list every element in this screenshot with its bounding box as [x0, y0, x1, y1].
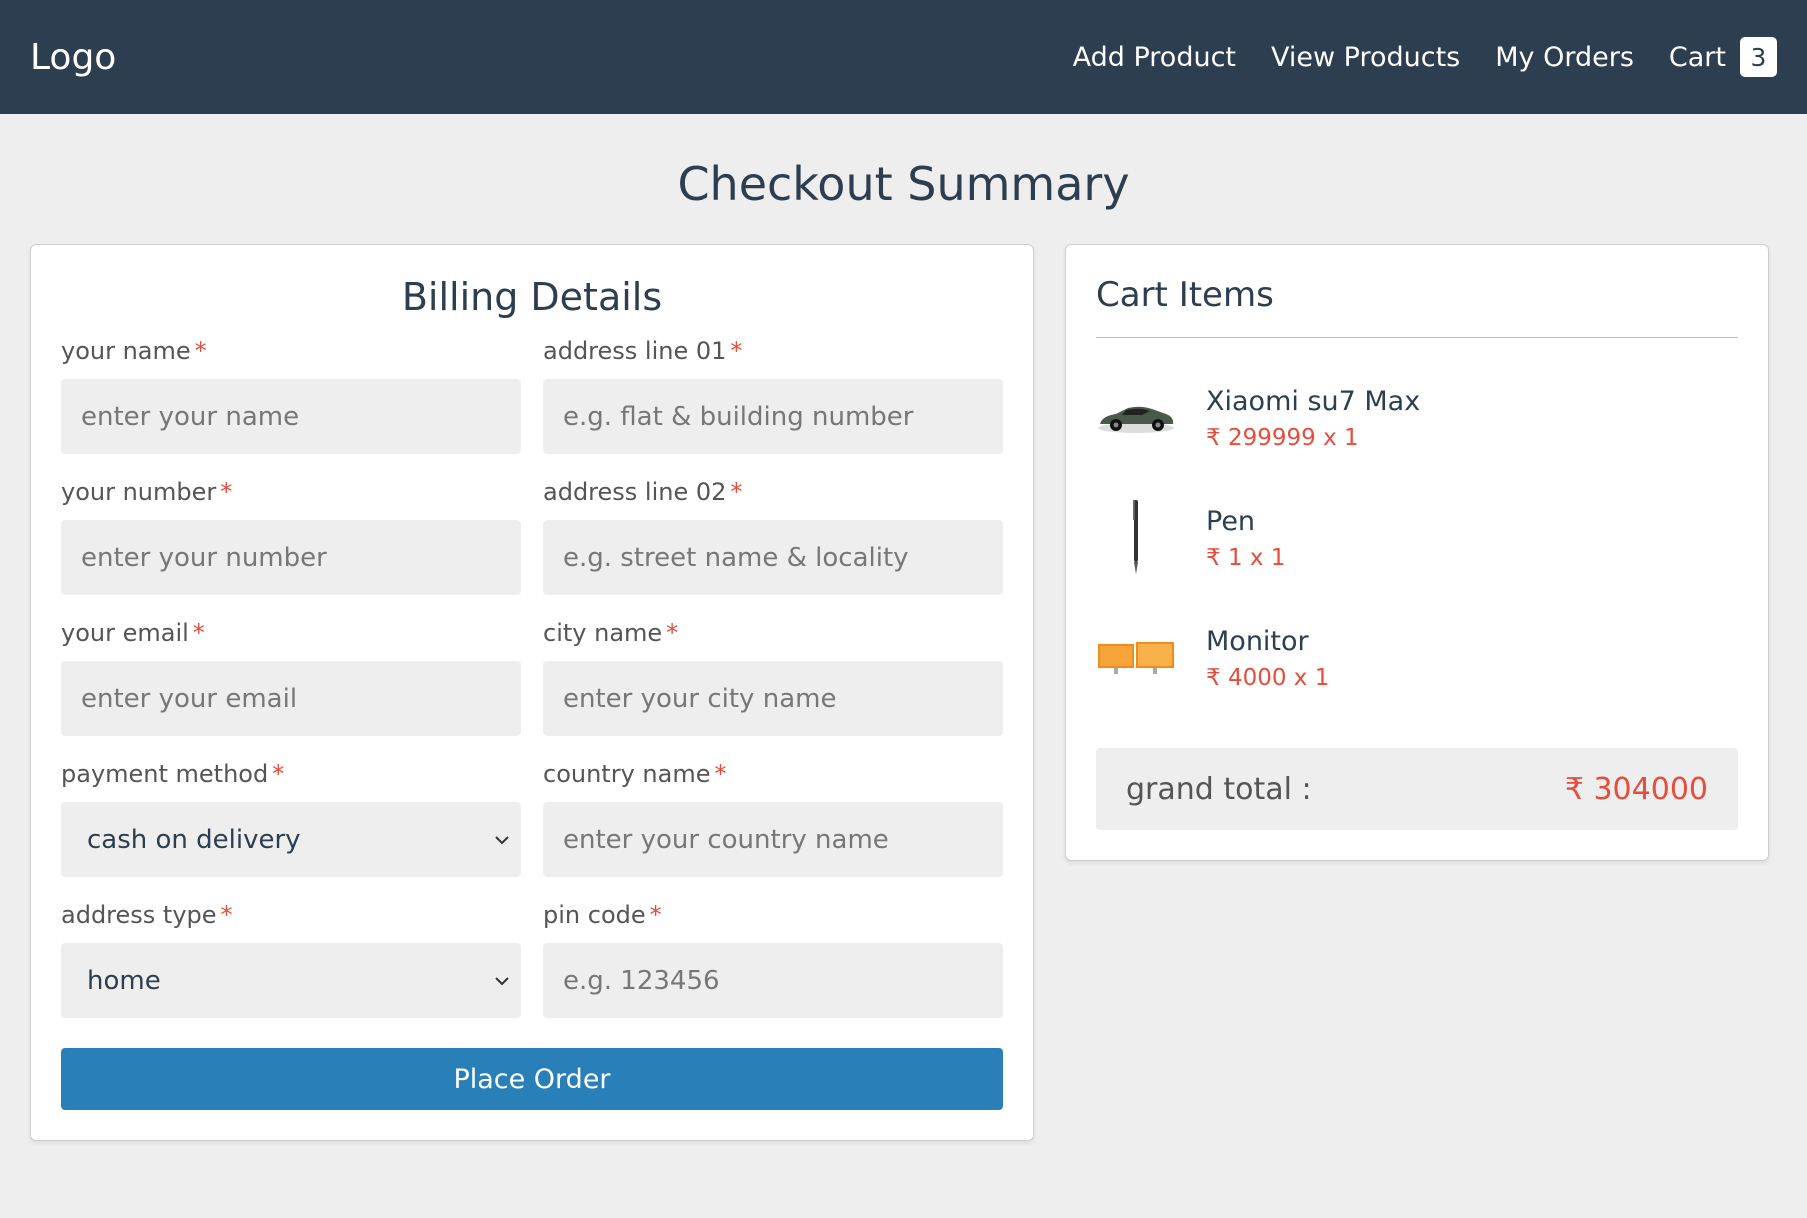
cart-item-name: Xiaomi su7 Max [1206, 385, 1421, 417]
cart-item-name: Monitor [1206, 625, 1309, 657]
place-order-button[interactable]: Place Order [61, 1048, 1003, 1110]
country-input[interactable] [543, 802, 1003, 877]
required-mark: * [730, 478, 743, 506]
rupee-symbol: ₹ [1206, 544, 1221, 571]
required-mark: * [192, 619, 205, 647]
navbar: Logo Add Product View Products My Orders… [0, 0, 1807, 114]
cart-item-price: ₹ 299999 x 1 [1206, 424, 1359, 451]
address2-field-group: address line 02 * [543, 478, 1003, 595]
country-label: country name * [543, 760, 727, 788]
cart-items-panel: Cart Items Xiaomi su7 Max ₹ 299999 x 1 P… [1065, 244, 1769, 861]
name-label: your name * [61, 337, 207, 365]
required-mark: * [194, 337, 207, 365]
cart-label: Cart [1668, 41, 1726, 73]
nav-cart-link[interactable]: Cart 3 [1669, 37, 1777, 77]
required-mark: * [714, 760, 727, 788]
address-type-field-group: address type * home [61, 901, 521, 1018]
payment-label: payment method * [61, 760, 285, 788]
pin-label: pin code * [543, 901, 662, 929]
billing-form: your name* address line 01* your number*… [61, 337, 1003, 1042]
cart-item-info: Xiaomi su7 Max ₹ 299999 x 1 [1206, 386, 1420, 451]
name-input[interactable] [61, 379, 521, 454]
address2-input[interactable] [543, 520, 1003, 595]
email-input[interactable] [61, 661, 521, 736]
cart-item-info: Pen ₹ 1 x 1 [1206, 506, 1285, 571]
cart-item-info: Monitor ₹ 4000 x 1 [1206, 626, 1329, 691]
page-title: Checkout Summary [677, 157, 1130, 211]
logo[interactable]: Logo [30, 37, 116, 78]
city-label: city name * [543, 619, 679, 647]
cart-item: Pen ₹ 1 x 1 [1096, 478, 1738, 598]
required-mark: * [272, 760, 285, 788]
billing-details-panel: Billing Details your name* address line … [30, 244, 1034, 1141]
rupee-symbol: ₹ [1564, 771, 1584, 807]
required-mark: * [220, 901, 233, 929]
number-input[interactable] [61, 520, 521, 595]
nav-add-product-link[interactable]: Add Product [1073, 42, 1236, 73]
payment-method-select[interactable]: cash on delivery [61, 802, 521, 877]
pin-input[interactable] [543, 943, 1003, 1018]
country-field-group: country name * [543, 760, 1003, 877]
pen-image [1096, 493, 1176, 583]
cart-item-name: Pen [1206, 505, 1256, 537]
address1-field-group: address line 01 * [543, 337, 1003, 454]
cart-title: Cart Items [1096, 275, 1738, 338]
nav-links: Add Product View Products My Orders Cart… [1073, 37, 1777, 77]
payment-method-value: cash on delivery [87, 824, 301, 855]
required-mark: * [666, 619, 679, 647]
address-type-value: home [87, 965, 161, 996]
cart-count-badge: 3 [1740, 37, 1777, 77]
email-label: your email * [61, 619, 205, 647]
number-field-group: your number * [61, 478, 521, 595]
name-field-group: your name * [61, 337, 521, 454]
city-field-group: city name * [543, 619, 1003, 736]
required-mark: * [220, 478, 233, 506]
car-image [1096, 373, 1176, 463]
rupee-symbol: ₹ [1206, 664, 1221, 691]
address1-label: address line 01 * [543, 337, 743, 365]
cart-item-price: ₹ 1 x 1 [1206, 544, 1286, 571]
nav-my-orders-link[interactable]: My Orders [1495, 42, 1634, 73]
chevron-down-icon [495, 971, 509, 990]
number-label: your number * [61, 478, 233, 506]
rupee-symbol: ₹ [1206, 424, 1221, 451]
monitor-image [1096, 613, 1176, 703]
address1-input[interactable] [543, 379, 1003, 454]
address-type-select[interactable]: home [61, 943, 521, 1018]
nav-view-products-link[interactable]: View Products [1271, 42, 1460, 73]
payment-field-group: payment method * cash on delivery [61, 760, 521, 877]
grand-total-row: grand total : ₹ 304000 [1096, 748, 1738, 830]
required-mark: * [649, 901, 662, 929]
billing-title: Billing Details [401, 275, 663, 319]
address2-label: address line 02 * [543, 478, 743, 506]
city-input[interactable] [543, 661, 1003, 736]
pin-field-group: pin code * [543, 901, 1003, 1018]
grand-total-value: ₹ 304000 [1564, 771, 1708, 807]
address-type-label: address type * [61, 901, 233, 929]
cart-item-price: ₹ 4000 x 1 [1206, 664, 1330, 691]
cart-item: Monitor ₹ 4000 x 1 [1096, 598, 1738, 718]
required-mark: * [730, 337, 743, 365]
chevron-down-icon [495, 830, 509, 849]
grand-total-label: grand total : [1126, 771, 1312, 807]
cart-item: Xiaomi su7 Max ₹ 299999 x 1 [1096, 358, 1738, 478]
checkout-content: Billing Details your name* address line … [30, 244, 1770, 1141]
email-field-group: your email * [61, 619, 521, 736]
